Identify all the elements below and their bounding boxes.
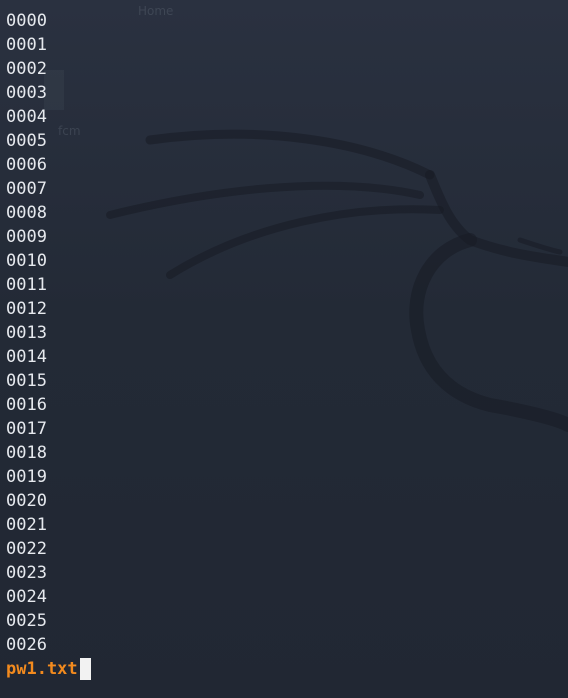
terminal-output: 0000 0001 0002 0003 0004 0005 0006 0007 … <box>6 9 47 657</box>
output-line: 0018 <box>6 443 47 463</box>
command-prompt[interactable]: pw1.txt <box>6 657 91 681</box>
output-line: 0005 <box>6 131 47 151</box>
output-line: 0012 <box>6 299 47 319</box>
output-line: 0003 <box>6 83 47 103</box>
output-line: 0004 <box>6 107 47 127</box>
output-line: 0022 <box>6 539 47 559</box>
output-line: 0008 <box>6 203 47 223</box>
output-line: 0020 <box>6 491 47 511</box>
output-line: 0026 <box>6 635 47 655</box>
output-line: 0025 <box>6 611 47 631</box>
output-line: 0010 <box>6 251 47 271</box>
prompt-filename: pw1.txt <box>6 659 78 679</box>
text-cursor <box>79 658 91 680</box>
output-line: 0023 <box>6 563 47 583</box>
output-line: 0011 <box>6 275 47 295</box>
output-line: 0017 <box>6 419 47 439</box>
output-line: 0024 <box>6 587 47 607</box>
output-line: 0019 <box>6 467 47 487</box>
output-line: 0015 <box>6 371 47 391</box>
output-line: 0021 <box>6 515 47 535</box>
output-line: 0014 <box>6 347 47 367</box>
output-line: 0002 <box>6 59 47 79</box>
output-line: 0016 <box>6 395 47 415</box>
background-fcm-label: fcm <box>58 124 81 138</box>
output-line: 0006 <box>6 155 47 175</box>
output-line: 0013 <box>6 323 47 343</box>
output-line: 0001 <box>6 35 47 55</box>
background-home-label: Home <box>138 4 174 18</box>
kali-dragon-wallpaper <box>106 129 568 432</box>
output-line: 0000 <box>6 11 47 31</box>
background-tile <box>44 70 64 110</box>
terminal-window[interactable]: Home fcm 0000 0001 0002 0003 0004 0005 0… <box>0 0 568 698</box>
output-line: 0007 <box>6 179 47 199</box>
output-line: 0009 <box>6 227 47 247</box>
